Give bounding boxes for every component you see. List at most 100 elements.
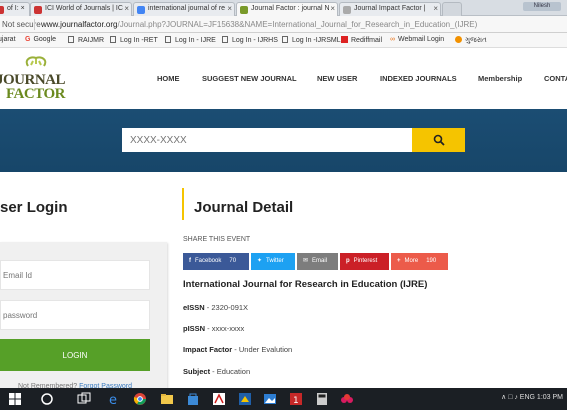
share-label-text: Twitter [266,258,284,264]
tab-4-active[interactable]: Journal Factor : journal N × [236,2,338,16]
page-icon [165,36,171,43]
issn-search-input[interactable] [122,128,412,152]
close-tab-icon[interactable]: × [227,4,232,13]
email-field[interactable] [0,260,150,290]
game-app-icon[interactable] [340,392,354,406]
journal-factor-logo[interactable]: JOURNAL FACTOR [0,56,72,102]
share-label-text: Email [312,258,328,264]
photos-icon[interactable] [263,392,277,406]
tab-1[interactable]: of I: × [0,2,30,16]
password-field[interactable] [0,300,150,330]
field-label: pISSN [183,324,206,333]
bookmark-login-ret[interactable]: Log In -RET [110,36,158,44]
windows-taskbar: e 1 ∧ □ ♪ ENG 1:03 PM [0,388,567,410]
notification-app-icon[interactable]: 1 [289,392,303,406]
eissn-row: eISSN - 2320-091X [183,303,249,312]
edge-browser-icon[interactable]: e [108,392,122,406]
share-more-button[interactable]: + More 190 [391,253,448,270]
nav-membership[interactable]: Membership [478,74,522,83]
page-icon [282,36,288,43]
bookmark-label: Log In - IJRE [175,37,216,44]
tab-label: Journal Impact Factor | [354,5,426,12]
webmail-icon: ∞ [390,36,395,43]
system-tray[interactable]: ∧ □ ♪ ENG 1:03 PM [501,393,563,401]
bookmark-label: ગુજરાત [465,37,487,44]
bookmark-webmail[interactable]: ∞ Webmail Login [390,36,444,43]
close-tab-icon[interactable]: × [124,4,129,13]
page-icon [68,36,74,43]
bookmark-label: Log In -IJRSML [292,37,341,44]
gujarati-icon [455,36,462,43]
nav-suggest-new-journal[interactable]: SUGGEST NEW JOURNAL [202,74,297,83]
share-label: SHARE THIS EVENT [183,236,251,243]
rediff-icon [341,36,348,43]
site-header: JOURNAL FACTOR HOME SUGGEST NEW JOURNAL … [0,48,567,109]
bookmark-login-ijrhs[interactable]: Log In - IJRHS [222,36,278,44]
svg-text:1: 1 [293,396,299,406]
tab-favicon-icon [34,6,42,14]
bookmark-label: Log In - IJRHS [232,37,278,44]
twitter-icon: ✦ [257,258,263,264]
bookmark-label: Webmail Login [398,36,445,43]
field-value: Education [216,367,251,376]
login-button[interactable]: LOGIN [0,339,150,371]
field-value: Under Evalution [238,345,293,354]
subject-row: Subject - Education [183,367,251,376]
share-email-button[interactable]: ✉ Email [297,253,338,270]
field-label: Subject [183,367,211,376]
google-icon: G [25,36,31,43]
tab-label: Journal Factor : journal N [251,5,330,12]
chrome-icon[interactable] [133,392,147,406]
login-heading: ser Login [0,199,68,216]
cortana-search-icon[interactable] [40,392,54,406]
pinterest-icon: p [346,258,350,264]
share-facebook-button[interactable]: f Facebook 70 [183,253,249,270]
bookmark-google[interactable]: G Google [25,36,56,43]
url-path: /Journal.php?JOURNAL=JF15638&NAME=Intern… [117,20,478,29]
bookmark-label: Rediffmail [351,37,382,44]
field-value: xxxx-xxxx [211,324,245,333]
bookmark-ujarat[interactable]: ujarat [0,36,16,43]
address-bar[interactable]: Not secure www.journalfactor.org/Journal… [0,16,567,33]
url-text[interactable]: www.journalfactor.org/Journal.php?JOURNA… [41,20,477,29]
calculator-icon[interactable] [315,392,329,406]
tab-2[interactable]: ICI World of Journals | IC × [30,2,132,16]
journal-detail-heading: Journal Detail [194,199,294,216]
nav-indexed-journals[interactable]: INDEXED JOURNALS [380,74,457,83]
page-favicon-icon [343,6,351,14]
nav-contact[interactable]: CONTA [544,74,567,83]
bookmark-label: RAIJMR [78,37,105,44]
share-pinterest-button[interactable]: p Pinterest [340,253,389,270]
email-icon: ✉ [303,258,309,264]
share-twitter-button[interactable]: ✦ Twitter [251,253,295,270]
app-icon[interactable] [238,392,252,406]
page-icon [110,36,116,43]
bookmark-raijmr[interactable]: RAIJMR [68,36,104,44]
close-tab-icon[interactable]: × [433,4,438,13]
google-favicon-icon [137,6,145,14]
acrobat-icon[interactable] [212,392,226,406]
bookmark-label: Log In -RET [120,37,158,44]
store-icon[interactable] [186,392,200,406]
bookmark-label: ujarat [0,36,16,43]
nav-new-user[interactable]: NEW USER [317,74,357,83]
windows-start-icon[interactable] [8,392,22,406]
field-value: 2320-091X [211,303,249,312]
close-tab-icon[interactable]: × [330,4,335,13]
bookmark-gujarati[interactable]: ગુજરાત [455,36,487,45]
task-view-icon[interactable] [77,392,91,406]
tab-3[interactable]: international journal of re × [133,2,235,16]
nav-home[interactable]: HOME [157,74,180,83]
bookmark-login-ijrsml[interactable]: Log In -IJRSML [282,36,341,44]
bookmark-rediffmail[interactable]: Rediffmail [341,36,382,44]
pissn-row: pISSN - xxxx-xxxx [183,324,245,333]
bookmark-login-ijre[interactable]: Log In - IJRE [165,36,216,44]
tab-5[interactable]: Journal Impact Factor | × [339,2,441,16]
new-tab-button[interactable] [442,2,462,16]
share-count: 190 [426,258,437,264]
svg-text:e: e [109,393,117,406]
field-label: Impact Factor [183,345,233,354]
search-button[interactable] [412,128,465,152]
file-explorer-icon[interactable] [160,392,174,406]
profile-badge[interactable]: Nilesh [523,2,561,11]
